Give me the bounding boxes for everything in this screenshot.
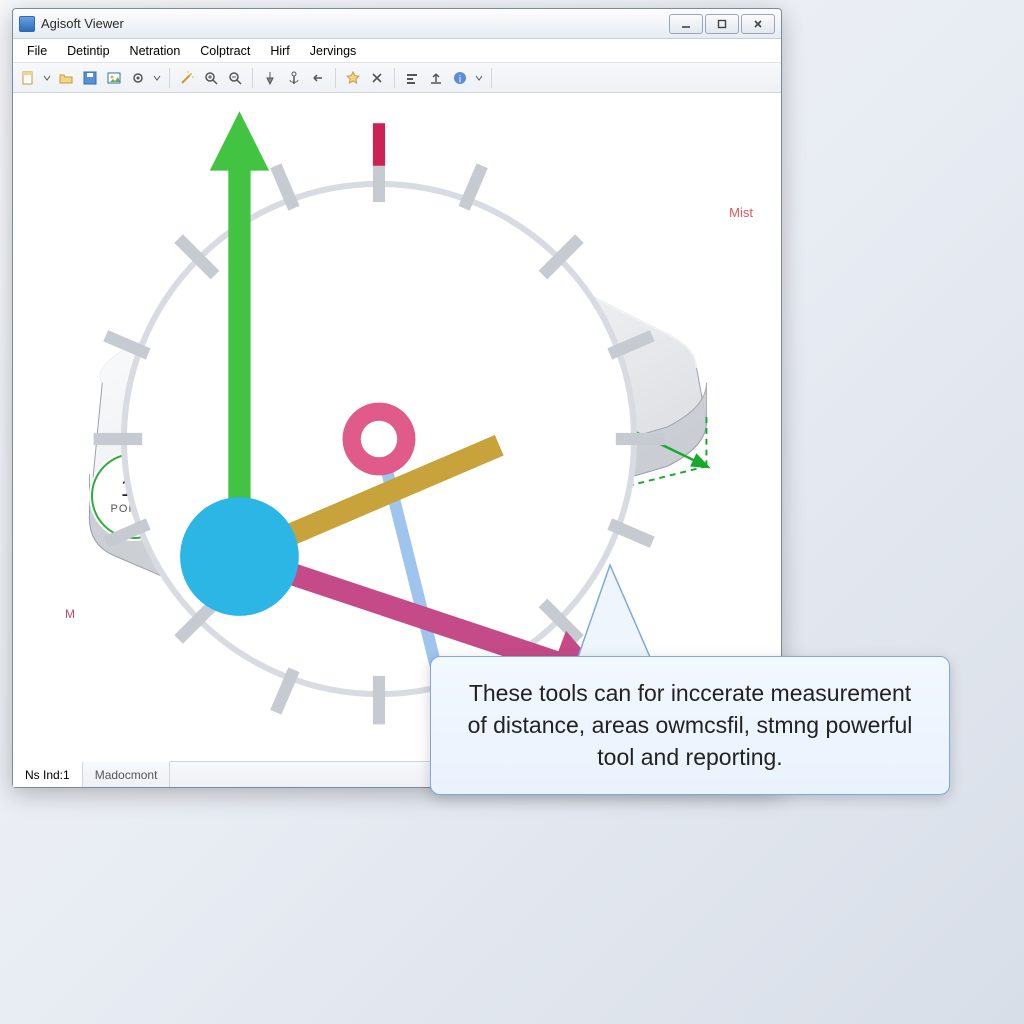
gear-icon bbox=[130, 70, 146, 86]
upload-icon bbox=[428, 70, 444, 86]
toolbar-separator bbox=[335, 68, 336, 88]
arrow-left-icon bbox=[310, 70, 326, 86]
maximize-button[interactable] bbox=[705, 14, 739, 34]
menu-netration[interactable]: Netration bbox=[122, 42, 189, 60]
menu-file[interactable]: File bbox=[19, 42, 55, 60]
menu-colptract[interactable]: Colptract bbox=[192, 42, 258, 60]
zoom-out-button[interactable] bbox=[224, 67, 246, 89]
window-title: Agisoft Viewer bbox=[41, 16, 667, 31]
new-file-dropdown[interactable] bbox=[41, 67, 53, 89]
menu-hirf[interactable]: Hirf bbox=[262, 42, 297, 60]
clear-button[interactable] bbox=[366, 67, 388, 89]
toolbar-separator bbox=[491, 68, 492, 88]
align-icon bbox=[404, 70, 420, 86]
menu-detintip[interactable]: Detintip bbox=[59, 42, 117, 60]
menu-jervings[interactable]: Jervings bbox=[302, 42, 365, 60]
close-button[interactable] bbox=[741, 14, 775, 34]
zoom-in-icon bbox=[203, 70, 219, 86]
titlebar: Agisoft Viewer bbox=[13, 9, 781, 39]
minimize-button[interactable] bbox=[669, 14, 703, 34]
image-icon bbox=[106, 70, 122, 86]
zoom-out-icon bbox=[227, 70, 243, 86]
window-controls bbox=[667, 14, 775, 34]
toolbar: i bbox=[13, 63, 781, 93]
star-button[interactable] bbox=[342, 67, 364, 89]
toolbar-separator bbox=[169, 68, 170, 88]
anchor-icon bbox=[286, 70, 302, 86]
svg-text:i: i bbox=[459, 74, 462, 85]
image-button[interactable] bbox=[103, 67, 125, 89]
app-icon bbox=[19, 16, 35, 32]
back-button[interactable] bbox=[307, 67, 329, 89]
callout-box: These tools can for inccerate measuremen… bbox=[430, 656, 950, 795]
open-folder-icon bbox=[58, 70, 74, 86]
triad-label: M bbox=[65, 607, 75, 621]
info-button[interactable]: i bbox=[449, 67, 471, 89]
zoom-in-button[interactable] bbox=[200, 67, 222, 89]
chevron-down-icon bbox=[475, 74, 483, 82]
star-icon bbox=[345, 70, 361, 86]
close-icon bbox=[752, 18, 764, 30]
axis-triad-icon[interactable] bbox=[41, 93, 781, 705]
chevron-down-icon bbox=[153, 74, 161, 82]
align-button[interactable] bbox=[401, 67, 423, 89]
anchor-button[interactable] bbox=[283, 67, 305, 89]
pin-button[interactable] bbox=[259, 67, 281, 89]
status-tab-1[interactable]: Ns Ind:1 bbox=[13, 761, 83, 787]
open-button[interactable] bbox=[55, 67, 77, 89]
wand-icon bbox=[179, 70, 195, 86]
callout-text: These tools can for inccerate measuremen… bbox=[468, 680, 913, 770]
info-icon: i bbox=[452, 70, 468, 86]
save-button[interactable] bbox=[79, 67, 101, 89]
x-icon bbox=[369, 70, 385, 86]
info-dropdown[interactable] bbox=[473, 67, 485, 89]
wand-button[interactable] bbox=[176, 67, 198, 89]
toolbar-separator bbox=[252, 68, 253, 88]
minimize-icon bbox=[680, 18, 692, 30]
new-file-icon bbox=[20, 70, 36, 86]
chevron-down-icon bbox=[43, 74, 51, 82]
save-icon bbox=[82, 70, 98, 86]
status-tab-2[interactable]: Madocmont bbox=[83, 761, 171, 787]
pin-icon bbox=[262, 70, 278, 86]
menubar: File Detintip Netration Colptract Hirf J… bbox=[13, 39, 781, 63]
settings-dropdown[interactable] bbox=[151, 67, 163, 89]
toolbar-separator bbox=[394, 68, 395, 88]
upload-button[interactable] bbox=[425, 67, 447, 89]
new-file-button[interactable] bbox=[17, 67, 39, 89]
maximize-icon bbox=[716, 18, 728, 30]
settings-button[interactable] bbox=[127, 67, 149, 89]
